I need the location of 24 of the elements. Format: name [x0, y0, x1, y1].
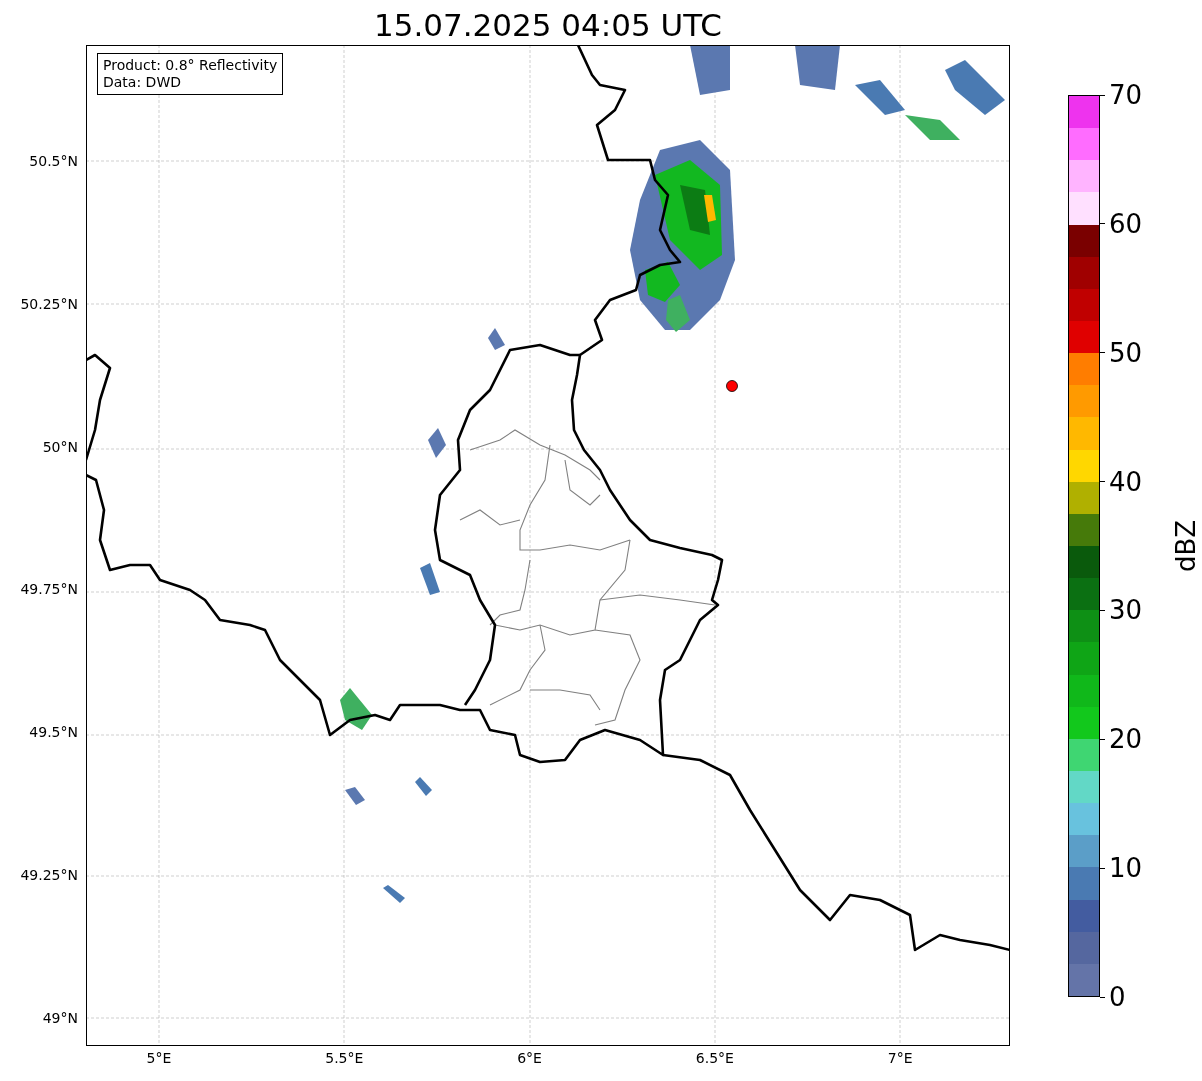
axis-tick-label: 5.5°E: [325, 1050, 364, 1066]
axis-tick-label: 49.5°N: [29, 724, 78, 741]
axis-tick-label: 50°N: [42, 438, 78, 455]
colorbar-label: dBZ: [1171, 519, 1202, 573]
axis-tick-label: 7°E: [887, 1050, 913, 1066]
axis-tick-label: 49.25°N: [20, 867, 78, 883]
axis-tick-label: 49.75°N: [20, 581, 78, 598]
legend-text: Product: 0.8° Reflectivity: [103, 57, 278, 74]
axis-tick-label: 6°E: [517, 1050, 542, 1066]
axis-tick-label: 5°E: [146, 1050, 172, 1066]
legend-text: Data: DWD: [103, 74, 182, 91]
colorbar-tick-label: 30: [1109, 595, 1143, 626]
colorbar-tick-label: 60: [1109, 208, 1143, 239]
chart-title: 15.07.2025 04:05 UTC: [374, 7, 722, 43]
colorbar-tick-label: 20: [1109, 724, 1143, 755]
colorbar-tick-label: 50: [1109, 337, 1143, 368]
colorbar-tick-label: 40: [1109, 466, 1143, 497]
axis-tick-label: 50.5°N: [29, 153, 78, 169]
axis-tick-label: 50.25°N: [20, 295, 78, 312]
axis-tick-label: 49°N: [42, 1009, 78, 1026]
axis-tick-label: 6.5°E: [695, 1050, 734, 1066]
colorbar-tick-label: 0: [1109, 982, 1126, 1012]
colorbar-tick-label: 70: [1109, 80, 1143, 110]
colorbar-tick-label: 10: [1109, 853, 1143, 884]
